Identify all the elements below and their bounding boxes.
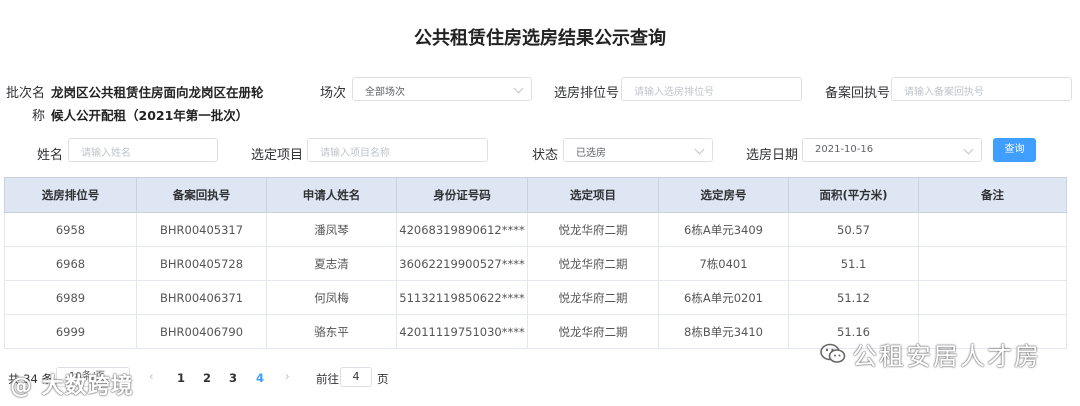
cell-area: 51.1 xyxy=(788,246,919,281)
col-header-id: 身份证号码 xyxy=(396,177,528,213)
name-label: 姓名 xyxy=(37,148,64,163)
project-input-placeholder: 请输入项目名称 xyxy=(320,148,390,159)
date-select[interactable]: 2021-10-16 xyxy=(802,138,982,162)
cell-room: 7栋0401 xyxy=(658,246,789,281)
col-header-receipt: 备案回执号 xyxy=(136,177,267,213)
project-input[interactable]: 请输入项目名称 xyxy=(307,138,488,162)
watermark-left: @ 大数跨境 xyxy=(10,374,134,399)
cell-receipt: BHR00406790 xyxy=(136,314,267,349)
table-row: 6989 BHR00406371 何凤梅 51132119850622**** … xyxy=(4,280,1067,315)
name-input-placeholder: 请输入姓名 xyxy=(81,148,131,159)
cell-project: 悦龙华府二期 xyxy=(527,280,659,315)
project-label: 选定项目 xyxy=(251,148,304,163)
cell-id: 36062219900527**** xyxy=(396,246,528,281)
session-label: 场次 xyxy=(320,86,347,101)
watermark-right: 公租安居人才房 xyxy=(852,342,1042,371)
chevron-down-icon xyxy=(513,83,524,94)
cell-applicant: 潘凤琴 xyxy=(266,212,397,247)
receipt-input[interactable]: 请输入备案回执号 xyxy=(891,77,1072,101)
goto-suffix: 页 xyxy=(377,372,389,386)
results-table: 选房排位号 备案回执号 申请人姓名 身份证号码 选定项目 选定房号 面积(平方米… xyxy=(4,177,1067,349)
status-label: 状态 xyxy=(532,148,559,163)
col-header-room: 选定房号 xyxy=(658,177,789,213)
batch-label: 批次名 xyxy=(6,86,46,101)
cell-room: 8栋B单元3410 xyxy=(658,314,789,349)
table-row: 6958 BHR00405317 潘凤琴 42068319890612**** … xyxy=(4,212,1067,247)
cell-project: 悦龙华府二期 xyxy=(527,212,659,247)
batch-value-line1: 龙岗区公共租赁住房面向龙岗区在册轮 xyxy=(51,85,264,100)
cell-id: 51132119850622**** xyxy=(396,280,528,315)
cell-rank: 6989 xyxy=(4,280,137,315)
date-label: 选房日期 xyxy=(746,148,799,163)
cell-applicant: 何凤梅 xyxy=(266,280,397,315)
cell-receipt: BHR00405317 xyxy=(136,212,267,247)
page-4-current[interactable]: 4 xyxy=(256,371,264,385)
batch-value-line2: 候人公开配租（2021年第一批次） xyxy=(51,108,249,123)
chevron-down-icon xyxy=(963,144,974,155)
page-2[interactable]: 2 xyxy=(203,371,211,385)
batch-label-tail: 称 xyxy=(32,109,46,124)
chevron-down-icon xyxy=(694,144,705,155)
cell-room: 6栋A单元0201 xyxy=(658,280,789,315)
date-select-value: 2021-10-16 xyxy=(815,144,874,155)
cell-rank: 6968 xyxy=(4,246,137,281)
col-header-applicant: 申请人姓名 xyxy=(266,177,397,213)
name-input[interactable]: 请输入姓名 xyxy=(68,138,218,162)
cell-id: 42068319890612**** xyxy=(396,212,528,247)
goto-page-input[interactable]: 4 xyxy=(340,367,372,387)
session-select[interactable]: 全部场次 xyxy=(352,77,532,101)
cell-room: 6栋A单元3409 xyxy=(658,212,789,247)
query-button[interactable]: 查询 xyxy=(993,138,1036,162)
col-header-project: 选定项目 xyxy=(527,177,659,213)
page-1[interactable]: 1 xyxy=(177,371,185,385)
prev-page-icon[interactable]: ‹ xyxy=(149,369,154,383)
rank-label: 选房排位号 xyxy=(554,86,620,101)
next-page-icon[interactable]: › xyxy=(285,369,290,383)
col-header-area: 面积(平方米) xyxy=(788,177,919,213)
status-select-value: 已选房 xyxy=(576,148,606,159)
cell-applicant: 夏志清 xyxy=(266,246,397,281)
cell-rank: 6999 xyxy=(4,314,137,349)
goto-prefix: 前往 xyxy=(316,372,339,386)
wechat-icon xyxy=(820,343,846,365)
cell-rank: 6958 xyxy=(4,212,137,247)
cell-project: 悦龙华府二期 xyxy=(527,246,659,281)
receipt-label: 备案回执号 xyxy=(825,86,891,101)
session-select-value: 全部场次 xyxy=(365,87,405,98)
col-header-remark: 备注 xyxy=(918,177,1067,213)
rank-input-placeholder: 请输入选房排位号 xyxy=(634,87,714,98)
cell-area: 50.57 xyxy=(788,212,919,247)
table-row: 6968 BHR00405728 夏志清 36062219900527**** … xyxy=(4,246,1067,281)
cell-remark xyxy=(918,246,1067,281)
page-3[interactable]: 3 xyxy=(229,371,237,385)
table-header-row: 选房排位号 备案回执号 申请人姓名 身份证号码 选定项目 选定房号 面积(平方米… xyxy=(4,177,1067,213)
cell-receipt: BHR00405728 xyxy=(136,246,267,281)
receipt-input-placeholder: 请输入备案回执号 xyxy=(904,87,984,98)
rank-input[interactable]: 请输入选房排位号 xyxy=(621,77,802,101)
cell-area: 51.12 xyxy=(788,280,919,315)
cell-project: 悦龙华府二期 xyxy=(527,314,659,349)
cell-remark xyxy=(918,280,1067,315)
status-select[interactable]: 已选房 xyxy=(563,138,713,162)
page-title: 公共租赁住房选房结果公示查询 xyxy=(414,28,666,49)
cell-applicant: 骆东平 xyxy=(266,314,397,349)
cell-remark xyxy=(918,212,1067,247)
col-header-rank: 选房排位号 xyxy=(4,177,137,213)
cell-id: 42011119751030**** xyxy=(396,314,528,349)
cell-receipt: BHR00406371 xyxy=(136,280,267,315)
